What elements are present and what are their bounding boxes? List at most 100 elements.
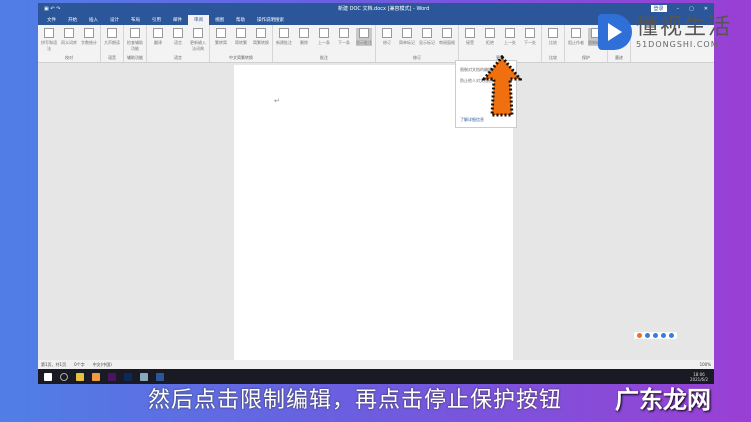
watermark-logo: 懂视生活 51DONGSHI.COM	[598, 14, 732, 50]
ribbon-button[interactable]: 上一处	[502, 28, 518, 46]
ribbon-group: 大声朗读 语音	[101, 25, 124, 62]
ribbon-button-icon	[442, 28, 452, 38]
ribbon-button[interactable]: 审阅窗格	[439, 28, 455, 46]
tab[interactable]: 审阅	[188, 15, 209, 25]
word-icon[interactable]	[156, 372, 164, 381]
ribbon-button-label: 阻止作者	[568, 40, 584, 45]
ribbon-button[interactable]: 下一条	[336, 28, 352, 46]
ribbon-button[interactable]: 简单标记	[399, 28, 415, 46]
ribbon-button-label: 下一处	[524, 40, 536, 45]
title-bar: ▣ ↶ ↷ 新建 DOC 文档.docx [兼容模式] - Word 登录 – …	[38, 3, 714, 14]
tab[interactable]: 视图	[209, 15, 230, 25]
ribbon-button-label: 检查辅助功能	[127, 40, 143, 51]
ribbon-group: 翻译 语言 更新输入法词典 语言	[147, 25, 210, 62]
ribbon-button-icon	[465, 28, 475, 38]
ribbon-button[interactable]: 字数统计	[81, 28, 97, 52]
ribbon-button-label: 修订	[383, 40, 391, 45]
ribbon-button[interactable]: 接受	[462, 28, 478, 46]
ribbon-button-label: 更新输入法词典	[190, 40, 206, 51]
ime-toolbar[interactable]	[634, 332, 677, 339]
ribbon-button[interactable]: 拼写和语法	[41, 28, 57, 52]
group-label: 校对	[65, 55, 73, 60]
minimize-button[interactable]: –	[677, 6, 680, 12]
ribbon-button-icon	[153, 28, 163, 38]
status-bar: 第1页，共1页 0个字 中文(中国) 100%	[38, 360, 714, 369]
group-label: 保护	[582, 55, 590, 60]
ribbon-button[interactable]: 繁转简	[213, 28, 229, 46]
tab[interactable]: 邮件	[167, 15, 188, 25]
group-label: 辅助功能	[127, 55, 143, 60]
ribbon-button-icon	[256, 28, 266, 38]
close-button[interactable]: ✕	[704, 6, 708, 12]
play-logo-icon	[598, 14, 632, 50]
ribbon-button[interactable]: 更新输入法词典	[190, 28, 206, 52]
ribbon-button[interactable]: 下一处	[522, 28, 538, 46]
ribbon-button-label: 拼写和语法	[41, 40, 57, 51]
tab[interactable]: 文件	[41, 15, 62, 25]
orange-arrow-icon	[482, 55, 522, 117]
ribbon-button-label: 删除	[300, 40, 308, 45]
browser-icon[interactable]	[92, 372, 100, 381]
ribbon-button[interactable]: 大声朗读	[104, 28, 120, 46]
ribbon-button[interactable]: 修订	[379, 28, 395, 46]
restore-button[interactable]: ▢	[689, 6, 694, 12]
save-icon[interactable]: ▣ ↶ ↷	[44, 6, 60, 12]
paragraph-mark: ↵	[274, 97, 280, 105]
ribbon-button-label: 显示批注	[356, 40, 372, 45]
word-count[interactable]: 0个字	[74, 362, 85, 368]
ribbon-button-label: 翻译	[154, 40, 162, 45]
learn-more-link[interactable]: 了解详细信息	[460, 117, 484, 123]
ribbon-button-icon	[279, 28, 289, 38]
tab[interactable]: 开始	[62, 15, 83, 25]
ribbon-button-icon	[525, 28, 535, 38]
explorer-icon[interactable]	[76, 372, 84, 381]
ribbon-group: 繁转简 简转繁 简繁转换 中文简繁转换	[210, 25, 273, 62]
group-label: 批注	[320, 55, 328, 60]
ribbon-button[interactable]: 上一条	[316, 28, 332, 46]
ribbon-button[interactable]: 同义词库	[61, 28, 77, 52]
photoshop-icon[interactable]	[124, 372, 132, 381]
tab[interactable]: 引用	[146, 15, 167, 25]
page-count: 第1页，共1页	[41, 361, 67, 367]
ribbon-button-icon	[107, 28, 117, 38]
start-icon[interactable]	[44, 372, 52, 381]
tab[interactable]: 操作说明搜索	[251, 15, 290, 25]
ribbon-button-label: 简单标记	[399, 40, 415, 45]
language[interactable]: 中文(中国)	[93, 362, 112, 368]
brand-watermark: 广东龙网	[615, 386, 711, 414]
ribbon-button-icon	[130, 28, 140, 38]
ribbon-button[interactable]: 阻止作者	[568, 28, 584, 46]
group-label: 墨迹	[615, 55, 623, 60]
word-window: ▣ ↶ ↷ 新建 DOC 文档.docx [兼容模式] - Word 登录 – …	[38, 3, 714, 369]
ribbon-button[interactable]: 新建批注	[276, 28, 292, 46]
group-label: 语音	[108, 55, 116, 60]
ribbon-button-label: 下一条	[338, 40, 350, 45]
ribbon-button[interactable]: 简转繁	[233, 28, 249, 46]
ribbon-button-label: 繁转简	[215, 40, 227, 45]
ribbon-button[interactable]: 显示批注	[356, 28, 372, 46]
ribbon-button[interactable]: 删除	[296, 28, 312, 46]
tab[interactable]: 插入	[83, 15, 104, 25]
ribbon-button[interactable]: 拒绝	[482, 28, 498, 46]
ribbon-button-icon	[193, 28, 203, 38]
window-title: 新建 DOC 文档.docx [兼容模式] - Word	[338, 6, 430, 12]
ribbon-button-icon	[485, 28, 495, 38]
ribbon-button[interactable]: 语言	[170, 28, 186, 52]
login-button[interactable]: 登录	[650, 5, 667, 12]
ribbon-button-icon	[359, 28, 369, 38]
premiere-icon[interactable]	[108, 372, 116, 381]
tab[interactable]: 帮助	[230, 15, 251, 25]
zoom-level[interactable]: 100%	[700, 362, 711, 367]
tab[interactable]: 布局	[125, 15, 146, 25]
ribbon-button[interactable]: 翻译	[150, 28, 166, 52]
ribbon-button-icon	[44, 28, 54, 38]
ribbon-button[interactable]: 检查辅助功能	[127, 28, 143, 52]
ribbon-button[interactable]: 比较	[545, 28, 561, 46]
ribbon-button[interactable]: 显示标记	[419, 28, 435, 46]
tab[interactable]: 设计	[104, 15, 125, 25]
app-icon[interactable]	[140, 372, 148, 381]
ribbon-button-label: 简繁转换	[253, 40, 269, 45]
search-icon[interactable]	[60, 372, 68, 381]
ribbon-button-label: 拒绝	[486, 40, 494, 45]
ribbon-button[interactable]: 简繁转换	[253, 28, 269, 46]
